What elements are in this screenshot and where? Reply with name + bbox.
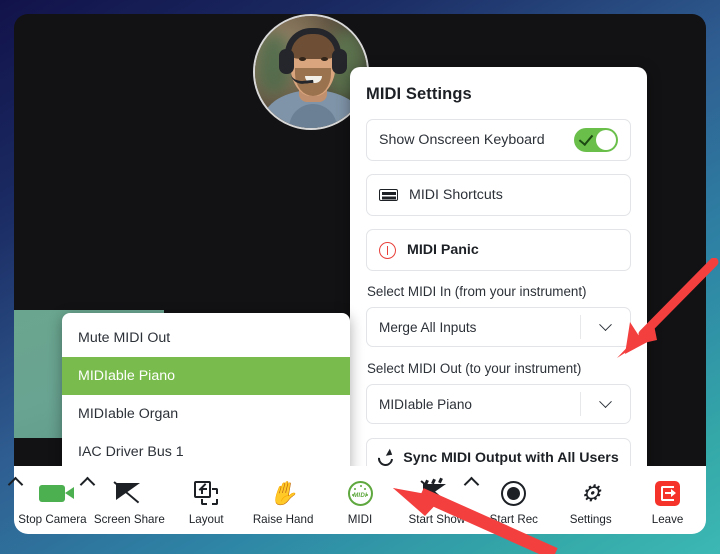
- meeting-toolbar: Stop Camera Screen Share Layout ✋ Raise …: [7, 466, 706, 534]
- meeting-stage: MIDI Settings Show Onscreen Keyboard MID…: [14, 14, 706, 514]
- gear-icon: ⚙: [580, 479, 601, 506]
- toolbar-button-screen-share[interactable]: Screen Share: [91, 474, 168, 526]
- toolbar-button-start-show[interactable]: Start Show: [398, 474, 480, 526]
- leave-icon: [655, 478, 681, 508]
- toolbar-button-start-rec[interactable]: Start Rec: [475, 474, 552, 526]
- toolbar-label: Settings: [569, 513, 612, 526]
- select-midi-in-value: Merge All Inputs: [379, 319, 477, 335]
- select-midi-in-label: Select MIDI In (from your instrument): [367, 284, 587, 299]
- show-onscreen-keyboard-label: Show Onscreen Keyboard: [379, 132, 545, 148]
- chevron-down-icon: [599, 394, 612, 408]
- toolbar-label: Leave: [651, 513, 684, 526]
- show-onscreen-keyboard-row[interactable]: Show Onscreen Keyboard: [366, 119, 631, 161]
- menu-item-label: MIDIable Organ: [78, 406, 179, 422]
- show-onscreen-keyboard-toggle[interactable]: [574, 128, 618, 152]
- list-item[interactable]: MIDIable Organ: [62, 395, 350, 433]
- select-midi-out[interactable]: MIDIable Piano: [366, 384, 631, 424]
- sync-midi-output-label: Sync MIDI Output with All Users: [403, 450, 619, 466]
- menu-item-label: IAC Driver Bus 1: [78, 444, 184, 460]
- chevron-down-icon: [599, 317, 612, 331]
- toolbar-label: Start Rec: [489, 513, 538, 526]
- midi-settings-panel: MIDI Settings Show Onscreen Keyboard MID…: [350, 67, 647, 478]
- list-item-selected[interactable]: MIDIable Piano: [62, 357, 350, 395]
- alert-circle-icon: [379, 241, 396, 259]
- refresh-icon: [378, 451, 393, 466]
- chevron-up-icon[interactable]: [7, 476, 24, 493]
- select-midi-out-value: MIDIable Piano: [379, 396, 472, 412]
- toggle-knob: [596, 130, 616, 150]
- screen-share-off-icon: [113, 478, 143, 508]
- select-midi-out-chevron-wrap[interactable]: [580, 392, 630, 416]
- toolbar-label: Layout: [188, 513, 224, 526]
- toolbar-label: MIDI: [347, 513, 373, 526]
- midi-shortcuts-label: MIDI Shortcuts: [409, 187, 503, 203]
- toolbar-button-layout[interactable]: Layout: [168, 474, 245, 526]
- toolbar-button-leave[interactable]: Leave: [629, 474, 706, 526]
- midi-panic-button[interactable]: MIDI Panic: [366, 229, 631, 271]
- page-title: MIDI Settings: [366, 85, 472, 103]
- list-item[interactable]: Mute MIDI Out: [62, 319, 350, 357]
- record-icon: [501, 478, 527, 508]
- video-camera-icon: [39, 478, 75, 508]
- keyboard-icon: [379, 189, 398, 201]
- toolbar-button-midi[interactable]: MIDI MIDI: [322, 474, 399, 526]
- toolbar-label: Stop Camera: [18, 513, 87, 526]
- toolbar-button-raise-hand[interactable]: ✋ Raise Hand: [245, 474, 322, 526]
- start-show-icon: [420, 477, 450, 508]
- toolbar-label: Raise Hand: [252, 513, 314, 526]
- menu-item-label: MIDIable Piano: [78, 368, 175, 384]
- midi-out-dropdown-menu[interactable]: Mute MIDI Out MIDIable Piano MIDIable Or…: [62, 313, 350, 477]
- select-midi-out-label: Select MIDI Out (to your instrument): [367, 361, 582, 376]
- toolbar-label: Screen Share: [93, 513, 165, 526]
- raise-hand-icon: ✋: [268, 479, 298, 506]
- midi-shortcuts-button[interactable]: MIDI Shortcuts: [366, 174, 631, 216]
- toolbar-button-settings[interactable]: ⚙ Settings: [552, 474, 629, 526]
- check-icon: [578, 130, 594, 147]
- select-midi-in[interactable]: Merge All Inputs: [366, 307, 631, 347]
- toolbar-button-stop-camera[interactable]: Stop Camera: [7, 474, 96, 526]
- select-midi-in-chevron-wrap[interactable]: [580, 315, 630, 339]
- midi-panic-label: MIDI Panic: [407, 242, 479, 258]
- toolbar-label: Start Show: [408, 513, 466, 526]
- menu-item-label: Mute MIDI Out: [78, 330, 171, 346]
- midi-din-icon: MIDI: [347, 478, 373, 508]
- layout-icon: [194, 478, 219, 508]
